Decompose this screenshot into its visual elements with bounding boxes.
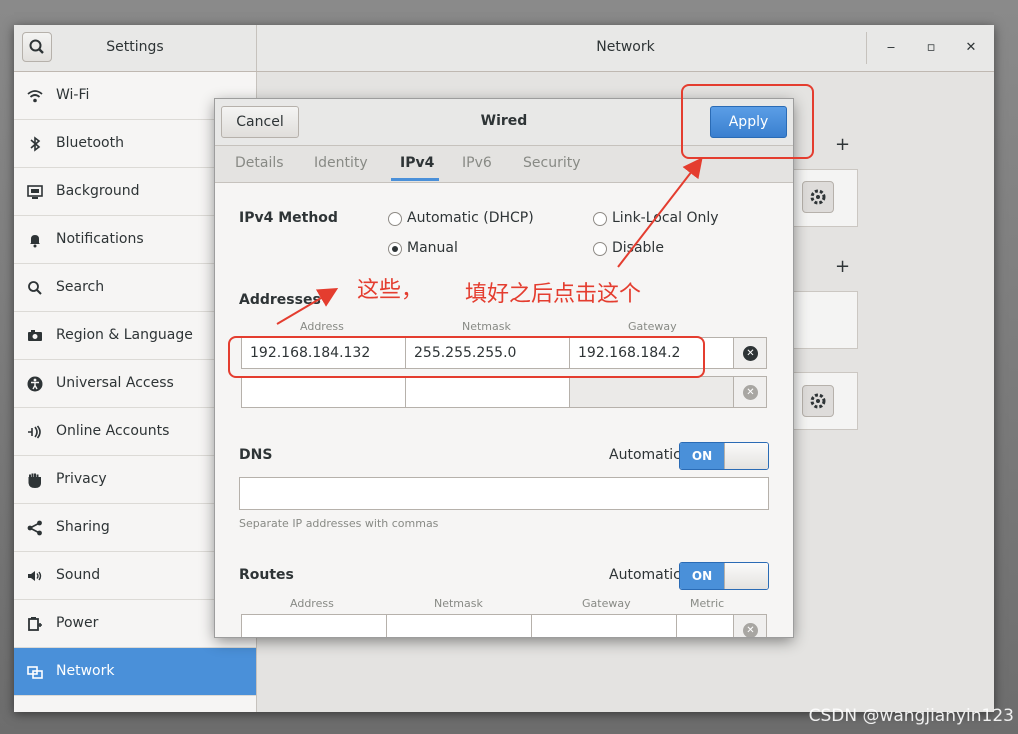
arrow-to-apply — [617, 157, 703, 268]
annotation-arrows — [276, 157, 703, 325]
csdn-watermark: CSDN @wangjianyin123 — [808, 706, 1014, 726]
arrow-to-addresses — [276, 287, 339, 325]
